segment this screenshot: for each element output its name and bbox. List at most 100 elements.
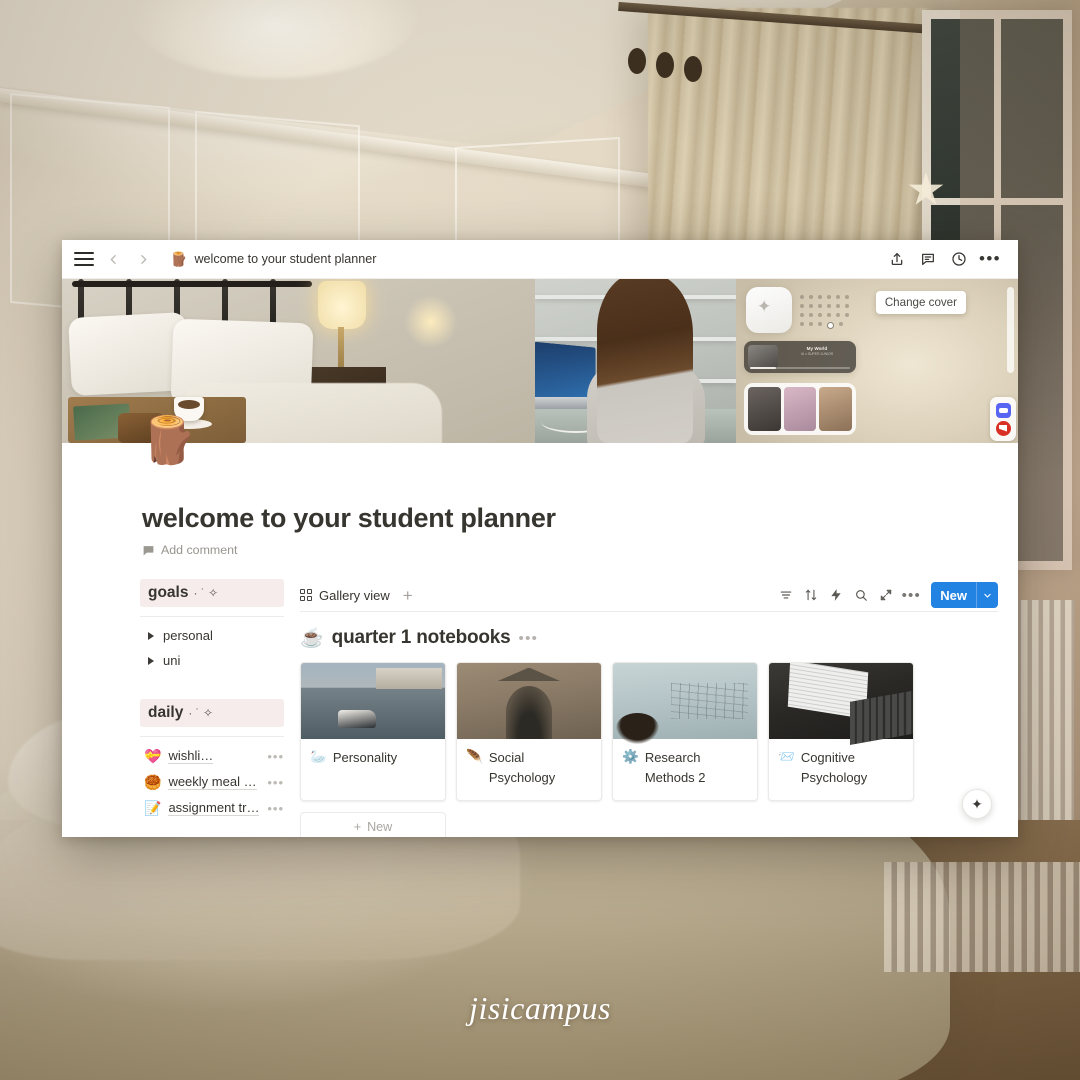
card-body: 📨 Cognitive Psychology xyxy=(769,739,913,800)
breadcrumb-title: welcome to your student planner xyxy=(194,252,377,266)
page-link-weekly-meal[interactable]: 🥮 weekly meal … ••• xyxy=(140,769,284,795)
link-more-icon[interactable]: ••• xyxy=(267,775,284,790)
mooncake-icon: 🥮 xyxy=(144,774,162,790)
breadcrumb[interactable]: 🪵 welcome to your student planner xyxy=(170,252,376,266)
database-column: Gallery view + ••• New ☕ quarter 1 noteb… xyxy=(300,579,1018,837)
gallery-card-personality[interactable]: 🦢 Personality xyxy=(300,662,446,801)
database-title-row: ☕ quarter 1 notebooks ••• xyxy=(300,612,998,662)
gallery-card-cognitive-psychology[interactable]: 📨 Cognitive Psychology xyxy=(768,662,914,801)
page-icon[interactable]: 🪵 xyxy=(140,417,197,463)
card-thumbnail xyxy=(457,663,601,739)
photo-thumb xyxy=(783,387,817,431)
database-title[interactable]: quarter 1 notebooks xyxy=(332,627,511,649)
app-topbar: 🪵 welcome to your student planner ••• xyxy=(62,240,1018,279)
divider xyxy=(140,616,284,617)
link-more-icon[interactable]: ••• xyxy=(267,749,284,764)
comment-icon[interactable] xyxy=(914,245,942,273)
chevron-right-icon[interactable] xyxy=(148,631,154,640)
gallery-card-social-psychology[interactable]: 🪶 Social Psychology xyxy=(456,662,602,801)
music-player-widget: My World IU x SUPER JUNIOR xyxy=(743,341,856,373)
plus-icon: + xyxy=(353,820,362,834)
database-toolbar: Gallery view + ••• New xyxy=(300,579,998,611)
clock-history-icon[interactable] xyxy=(945,245,973,273)
sidebar-column: goals · ˙ ✧ personal uni daily · ˙ ✧ 💝 w… xyxy=(140,579,300,837)
card-title: Cognitive Psychology xyxy=(800,750,868,785)
bedside-lamp xyxy=(318,281,366,329)
database-more-icon[interactable]: ••• xyxy=(900,584,922,606)
tab-gallery-view[interactable]: Gallery view xyxy=(300,588,390,603)
sort-icon[interactable] xyxy=(800,584,822,606)
ai-assistant-button[interactable]: ✦ xyxy=(962,789,992,819)
powerpoint-icon[interactable] xyxy=(995,420,1011,436)
card-title: Social Psychology xyxy=(488,750,556,785)
watermark-text: jisicampus xyxy=(469,990,611,1026)
card-title: Research Methods 2 xyxy=(644,750,706,785)
section-title-daily: daily xyxy=(148,704,184,721)
cover-study-desk-photo xyxy=(535,279,736,443)
feather-icon: 🪶 xyxy=(466,749,483,764)
section-header-goals[interactable]: goals · ˙ ✧ xyxy=(140,579,284,607)
toggle-label: uni xyxy=(163,653,181,668)
database-title-more-icon[interactable]: ••• xyxy=(519,630,539,647)
page-link-assignment-tracker[interactable]: 📝 assignment tr… ••• xyxy=(140,795,284,821)
cover-scrollbar[interactable] xyxy=(1007,287,1014,373)
page-link-label: assignment tr… xyxy=(168,800,260,816)
view-label: Gallery view xyxy=(319,587,390,603)
new-button[interactable]: New xyxy=(931,582,998,608)
page-link-label: wishli… xyxy=(168,748,214,764)
music-progress-bar xyxy=(749,367,850,369)
card-body: ⚙️ Research Methods 2 xyxy=(613,739,757,800)
two-column-layout: goals · ˙ ✧ personal uni daily · ˙ ✧ 💝 w… xyxy=(62,557,1018,837)
coffee-icon: ☕ xyxy=(300,627,324,649)
section-title-goals: goals xyxy=(148,584,189,601)
chevron-right-icon[interactable] xyxy=(148,656,154,665)
card-thumbnail xyxy=(301,663,445,739)
filter-icon[interactable] xyxy=(775,584,797,606)
new-button-label: New xyxy=(940,587,967,603)
more-options-icon[interactable]: ••• xyxy=(976,245,1004,273)
card-body: 🦢 Personality xyxy=(301,739,445,783)
search-icon[interactable] xyxy=(850,584,872,606)
add-view-button[interactable]: + xyxy=(403,587,413,604)
link-more-icon[interactable]: ••• xyxy=(267,801,284,816)
phone-app-icon-widget xyxy=(745,287,792,333)
music-subtitle: IU x SUPER JUNIOR xyxy=(800,352,834,356)
share-icon[interactable] xyxy=(883,245,911,273)
music-title: My World xyxy=(806,346,828,351)
lightning-bolt-icon[interactable] xyxy=(825,584,847,606)
swan-icon: 🦢 xyxy=(310,749,327,764)
toggle-label: personal xyxy=(163,628,213,643)
new-card-label: New xyxy=(367,820,393,834)
photo-grid-widget xyxy=(743,383,856,435)
memo-icon: 📝 xyxy=(144,800,162,816)
add-comment-button[interactable]: Add comment xyxy=(142,543,1018,557)
expand-icon[interactable] xyxy=(875,584,897,606)
chevron-right-icon[interactable] xyxy=(132,248,154,270)
page-link-wishlist[interactable]: 💝 wishli… ••• xyxy=(140,743,284,769)
chevron-left-icon[interactable] xyxy=(102,248,124,270)
section-deco-goals: · ˙ ✧ xyxy=(193,586,219,600)
comment-bubble-icon xyxy=(143,545,154,555)
section-header-daily[interactable]: daily · ˙ ✧ xyxy=(140,699,284,727)
page-title[interactable]: welcome to your student planner xyxy=(142,503,1018,534)
page-link-label: weekly meal … xyxy=(168,774,257,790)
new-card-button[interactable]: + New xyxy=(300,812,446,837)
photo-thumb xyxy=(747,387,781,431)
heart-gift-icon: 💝 xyxy=(144,748,162,764)
headboard-rail xyxy=(72,281,312,287)
card-thumbnail xyxy=(769,663,913,739)
gallery-grid-icon xyxy=(300,589,312,601)
toggle-personal[interactable]: personal xyxy=(140,623,284,648)
hamburger-menu-icon[interactable] xyxy=(74,252,94,266)
discord-icon[interactable] xyxy=(995,402,1011,418)
calendar-widget xyxy=(798,285,856,335)
change-cover-button[interactable]: Change cover xyxy=(875,291,966,314)
student-person xyxy=(597,279,694,443)
floating-app-dock[interactable] xyxy=(990,397,1016,441)
breadcrumb-page-icon: 🪵 xyxy=(170,251,188,267)
gallery-card-research-methods-2[interactable]: ⚙️ Research Methods 2 xyxy=(612,662,758,801)
chevron-down-icon[interactable] xyxy=(976,582,998,608)
card-title: Personality xyxy=(332,750,398,765)
toggle-uni[interactable]: uni xyxy=(140,648,284,673)
